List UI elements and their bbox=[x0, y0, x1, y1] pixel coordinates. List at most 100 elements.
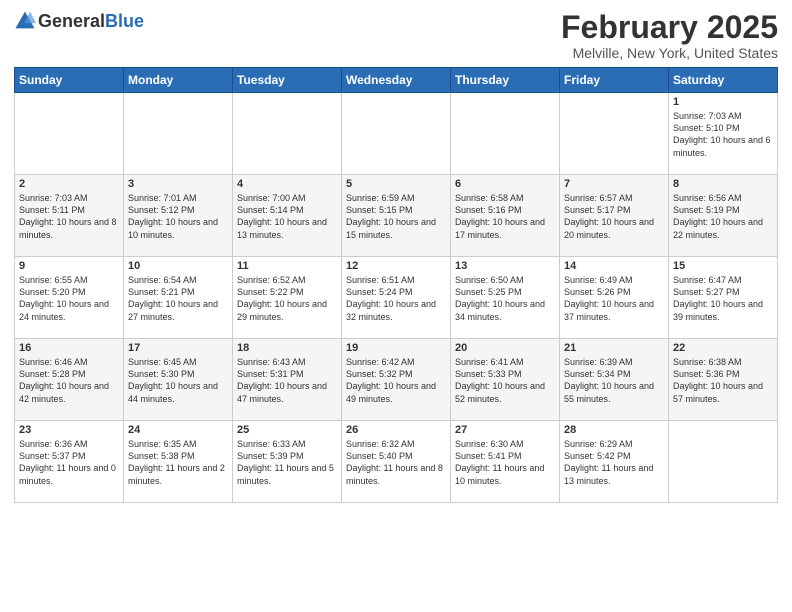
day-info: Sunrise: 6:39 AM Sunset: 5:34 PM Dayligh… bbox=[564, 356, 664, 405]
day-number: 20 bbox=[455, 342, 555, 354]
day-number: 4 bbox=[237, 178, 337, 190]
day-info: Sunrise: 6:50 AM Sunset: 5:25 PM Dayligh… bbox=[455, 274, 555, 323]
day-info: Sunrise: 6:33 AM Sunset: 5:39 PM Dayligh… bbox=[237, 438, 337, 487]
page-subtitle: Melville, New York, United States bbox=[561, 45, 778, 61]
day-info: Sunrise: 7:03 AM Sunset: 5:11 PM Dayligh… bbox=[19, 192, 119, 241]
calendar-week-row: 9 Sunrise: 6:55 AM Sunset: 5:20 PM Daylig… bbox=[15, 257, 778, 339]
calendar-cell: 17 Sunrise: 6:45 AM Sunset: 5:30 PM Dayli… bbox=[124, 339, 233, 421]
calendar-cell: 1 Sunrise: 7:03 AM Sunset: 5:10 PM Daylig… bbox=[669, 93, 778, 175]
day-number: 10 bbox=[128, 260, 228, 272]
logo-general-text: General bbox=[38, 11, 105, 31]
day-info: Sunrise: 6:51 AM Sunset: 5:24 PM Dayligh… bbox=[346, 274, 446, 323]
calendar-week-row: 23Sunrise: 6:36 AM Sunset: 5:37 PM Dayli… bbox=[15, 421, 778, 503]
day-number: 18 bbox=[237, 342, 337, 354]
day-info: Sunrise: 6:38 AM Sunset: 5:36 PM Dayligh… bbox=[673, 356, 773, 405]
day-number: 21 bbox=[564, 342, 664, 354]
weekday-header-friday: Friday bbox=[560, 68, 669, 93]
title-block: February 2025 Melville, New York, United… bbox=[561, 10, 778, 61]
day-info: Sunrise: 6:41 AM Sunset: 5:33 PM Dayligh… bbox=[455, 356, 555, 405]
calendar-cell: 12 Sunrise: 6:51 AM Sunset: 5:24 PM Dayli… bbox=[342, 257, 451, 339]
day-info: Sunrise: 6:47 AM Sunset: 5:27 PM Dayligh… bbox=[673, 274, 773, 323]
calendar-cell: 25 Sunrise: 6:33 AM Sunset: 5:39 PM Dayli… bbox=[233, 421, 342, 503]
weekday-header-tuesday: Tuesday bbox=[233, 68, 342, 93]
day-info: Sunrise: 6:52 AM Sunset: 5:22 PM Dayligh… bbox=[237, 274, 337, 323]
day-number: 15 bbox=[673, 260, 773, 272]
calendar-cell bbox=[669, 421, 778, 503]
day-number: 28 bbox=[564, 424, 664, 436]
calendar-cell: 5Sunrise: 6:59 AM Sunset: 5:15 PM Daylig… bbox=[342, 175, 451, 257]
day-number: 7 bbox=[564, 178, 664, 190]
calendar-cell: 9 Sunrise: 6:55 AM Sunset: 5:20 PM Daylig… bbox=[15, 257, 124, 339]
day-number: 8 bbox=[673, 178, 773, 190]
calendar-cell: 18 Sunrise: 6:43 AM Sunset: 5:31 PM Dayli… bbox=[233, 339, 342, 421]
weekday-header-thursday: Thursday bbox=[451, 68, 560, 93]
day-info: Sunrise: 6:57 AM Sunset: 5:17 PM Dayligh… bbox=[564, 192, 664, 241]
calendar-cell: 11 Sunrise: 6:52 AM Sunset: 5:22 PM Dayli… bbox=[233, 257, 342, 339]
day-number: 1 bbox=[673, 96, 773, 108]
day-number: 19 bbox=[346, 342, 446, 354]
calendar-cell: 22 Sunrise: 6:38 AM Sunset: 5:36 PM Dayli… bbox=[669, 339, 778, 421]
day-number: 11 bbox=[237, 260, 337, 272]
day-number: 2 bbox=[19, 178, 119, 190]
day-info: Sunrise: 6:36 AM Sunset: 5:37 PM Dayligh… bbox=[19, 438, 119, 487]
calendar-cell bbox=[233, 93, 342, 175]
weekday-header-sunday: Sunday bbox=[15, 68, 124, 93]
day-number: 14 bbox=[564, 260, 664, 272]
calendar-table: SundayMondayTuesdayWednesdayThursdayFrid… bbox=[14, 67, 778, 503]
day-info: Sunrise: 6:30 AM Sunset: 5:41 PM Dayligh… bbox=[455, 438, 555, 487]
calendar-cell: 6Sunrise: 6:58 AM Sunset: 5:16 PM Daylig… bbox=[451, 175, 560, 257]
weekday-header-saturday: Saturday bbox=[669, 68, 778, 93]
day-info: Sunrise: 6:46 AM Sunset: 5:28 PM Dayligh… bbox=[19, 356, 119, 405]
calendar-cell: 21 Sunrise: 6:39 AM Sunset: 5:34 PM Dayli… bbox=[560, 339, 669, 421]
calendar-cell: 19Sunrise: 6:42 AM Sunset: 5:32 PM Dayli… bbox=[342, 339, 451, 421]
day-info: Sunrise: 6:54 AM Sunset: 5:21 PM Dayligh… bbox=[128, 274, 228, 323]
day-number: 12 bbox=[346, 260, 446, 272]
calendar-cell: 15 Sunrise: 6:47 AM Sunset: 5:27 PM Dayli… bbox=[669, 257, 778, 339]
calendar-cell bbox=[15, 93, 124, 175]
calendar-cell bbox=[124, 93, 233, 175]
calendar-cell: 14 Sunrise: 6:49 AM Sunset: 5:26 PM Dayli… bbox=[560, 257, 669, 339]
day-info: Sunrise: 6:32 AM Sunset: 5:40 PM Dayligh… bbox=[346, 438, 446, 487]
day-number: 17 bbox=[128, 342, 228, 354]
day-info: Sunrise: 6:49 AM Sunset: 5:26 PM Dayligh… bbox=[564, 274, 664, 323]
day-number: 27 bbox=[455, 424, 555, 436]
calendar-week-row: 16 Sunrise: 6:46 AM Sunset: 5:28 PM Dayli… bbox=[15, 339, 778, 421]
calendar-cell: 3Sunrise: 7:01 AM Sunset: 5:12 PM Daylig… bbox=[124, 175, 233, 257]
calendar-week-row: 1 Sunrise: 7:03 AM Sunset: 5:10 PM Daylig… bbox=[15, 93, 778, 175]
calendar-cell bbox=[560, 93, 669, 175]
day-number: 16 bbox=[19, 342, 119, 354]
page-title: February 2025 bbox=[561, 10, 778, 45]
calendar-cell: 28 Sunrise: 6:29 AM Sunset: 5:42 PM Dayli… bbox=[560, 421, 669, 503]
calendar-cell: 26 Sunrise: 6:32 AM Sunset: 5:40 PM Dayli… bbox=[342, 421, 451, 503]
calendar-cell: 7 Sunrise: 6:57 AM Sunset: 5:17 PM Daylig… bbox=[560, 175, 669, 257]
day-info: Sunrise: 7:01 AM Sunset: 5:12 PM Dayligh… bbox=[128, 192, 228, 241]
logo-blue-text: Blue bbox=[105, 11, 144, 31]
calendar-cell: 16 Sunrise: 6:46 AM Sunset: 5:28 PM Dayli… bbox=[15, 339, 124, 421]
day-info: Sunrise: 7:03 AM Sunset: 5:10 PM Dayligh… bbox=[673, 110, 773, 159]
day-info: Sunrise: 6:29 AM Sunset: 5:42 PM Dayligh… bbox=[564, 438, 664, 487]
day-info: Sunrise: 6:56 AM Sunset: 5:19 PM Dayligh… bbox=[673, 192, 773, 241]
day-number: 9 bbox=[19, 260, 119, 272]
day-info: Sunrise: 6:43 AM Sunset: 5:31 PM Dayligh… bbox=[237, 356, 337, 405]
calendar-cell: 23Sunrise: 6:36 AM Sunset: 5:37 PM Dayli… bbox=[15, 421, 124, 503]
calendar-cell: 2 Sunrise: 7:03 AM Sunset: 5:11 PM Daylig… bbox=[15, 175, 124, 257]
page-header: GeneralBlue February 2025 Melville, New … bbox=[14, 10, 778, 61]
calendar-week-row: 2 Sunrise: 7:03 AM Sunset: 5:11 PM Daylig… bbox=[15, 175, 778, 257]
day-number: 26 bbox=[346, 424, 446, 436]
calendar-cell: 27 Sunrise: 6:30 AM Sunset: 5:41 PM Dayli… bbox=[451, 421, 560, 503]
logo: GeneralBlue bbox=[14, 10, 144, 32]
logo-icon bbox=[14, 10, 36, 32]
calendar-cell: 13Sunrise: 6:50 AM Sunset: 5:25 PM Dayli… bbox=[451, 257, 560, 339]
day-info: Sunrise: 6:58 AM Sunset: 5:16 PM Dayligh… bbox=[455, 192, 555, 241]
calendar-cell: 4Sunrise: 7:00 AM Sunset: 5:14 PM Daylig… bbox=[233, 175, 342, 257]
calendar-cell: 20 Sunrise: 6:41 AM Sunset: 5:33 PM Dayli… bbox=[451, 339, 560, 421]
weekday-header-row: SundayMondayTuesdayWednesdayThursdayFrid… bbox=[15, 68, 778, 93]
calendar-cell bbox=[342, 93, 451, 175]
calendar-cell: 10 Sunrise: 6:54 AM Sunset: 5:21 PM Dayli… bbox=[124, 257, 233, 339]
day-info: Sunrise: 6:55 AM Sunset: 5:20 PM Dayligh… bbox=[19, 274, 119, 323]
day-number: 22 bbox=[673, 342, 773, 354]
day-number: 25 bbox=[237, 424, 337, 436]
day-info: Sunrise: 6:59 AM Sunset: 5:15 PM Dayligh… bbox=[346, 192, 446, 241]
day-number: 24 bbox=[128, 424, 228, 436]
day-info: Sunrise: 6:45 AM Sunset: 5:30 PM Dayligh… bbox=[128, 356, 228, 405]
